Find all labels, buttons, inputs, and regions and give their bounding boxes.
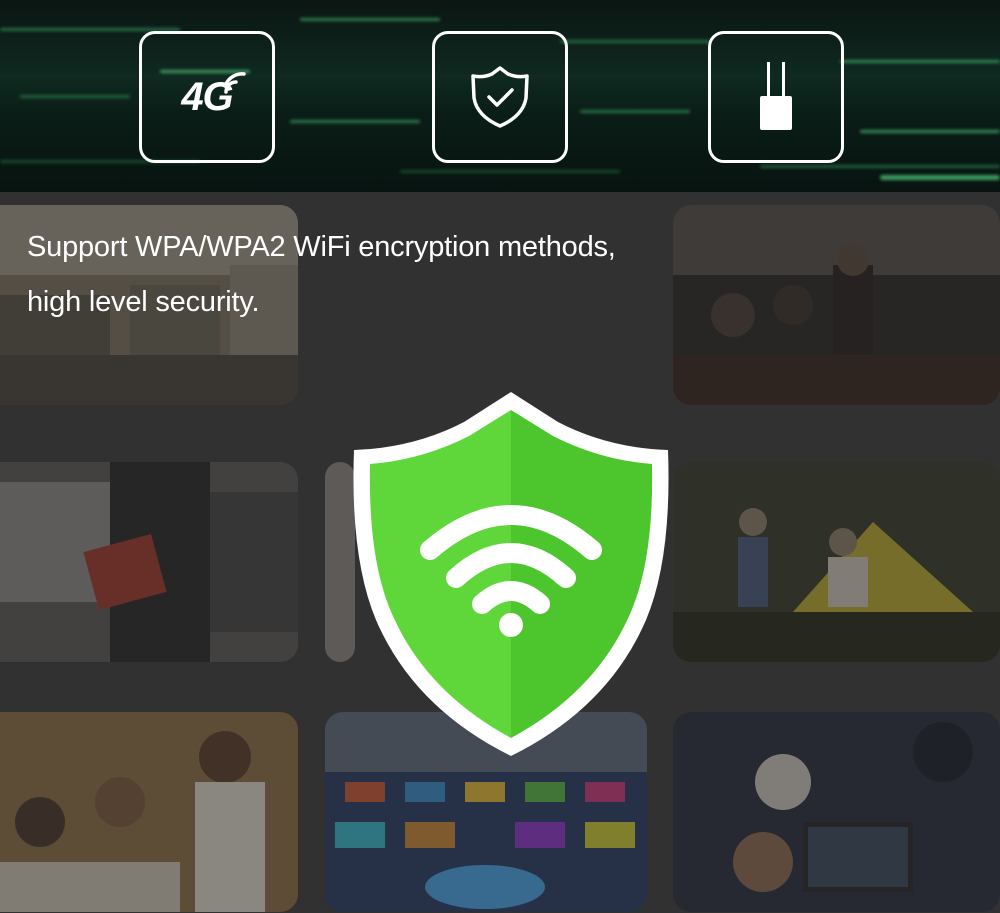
feature-banner: 4G: [0, 0, 1000, 192]
car-photo-tile: [0, 462, 298, 662]
4g-signal-icon: [224, 72, 246, 94]
feature-4g-box: 4G: [139, 31, 275, 163]
laptop-photo-tile: [673, 712, 1000, 912]
headline-line-2: high level security.: [27, 286, 260, 318]
shield-check-icon: [471, 66, 529, 128]
product-feature-page: 4G Support WPA/WPA2 WiFi encryption meth…: [0, 0, 1000, 913]
family-photo-tile: [0, 712, 298, 912]
wifi-shield-icon: [353, 392, 669, 756]
feature-security-box: [432, 31, 568, 163]
camping-photo-tile: [673, 462, 1000, 662]
feature-router-box: [708, 31, 844, 163]
headline-text: Support WPA/WPA2 WiFi encryption methods…: [27, 220, 616, 330]
headline-line-1: Support WPA/WPA2 WiFi encryption methods…: [27, 231, 616, 263]
router-antenna-icon: [760, 62, 792, 130]
meeting-photo-tile: [673, 205, 1000, 405]
